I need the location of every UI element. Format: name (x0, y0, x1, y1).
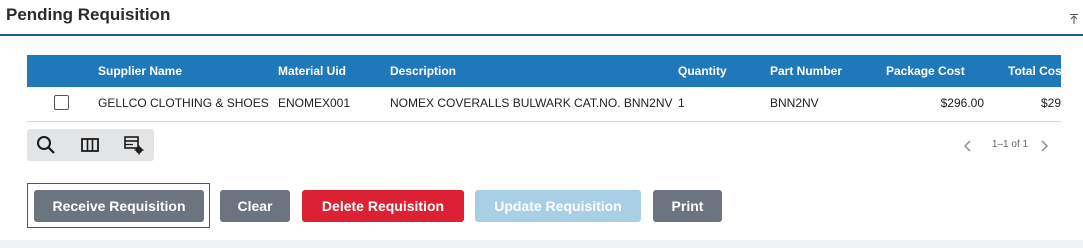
column-header-description[interactable]: Description (390, 55, 456, 87)
chevron-right-icon[interactable] (1037, 138, 1051, 154)
column-header-total-cost[interactable]: Total Cos (1008, 55, 1061, 87)
table-row[interactable]: GELLCO CLOTHING & SHOES ENOMEX001 NOMEX … (27, 87, 1061, 120)
panel-header: Pending Requisition (0, 0, 1083, 36)
column-header-package-cost[interactable]: Package Cost (886, 55, 965, 87)
delete-requisition-button[interactable]: Delete Requisition (302, 190, 464, 222)
column-header-quantity[interactable]: Quantity (678, 55, 727, 87)
cell-description: NOMEX COVERALLS BULWARK CAT.NO. BNN2NV (390, 96, 673, 110)
requisition-grid: Supplier Name Material Uid Description Q… (27, 55, 1061, 122)
search-icon[interactable] (34, 133, 58, 157)
panel-title: Pending Requisition (6, 5, 171, 24)
collapse-up-icon[interactable] (1069, 12, 1079, 24)
column-header-part-number[interactable]: Part Number (770, 55, 842, 87)
row-checkbox[interactable] (54, 95, 69, 110)
update-requisition-button: Update Requisition (475, 190, 641, 222)
pending-requisition-panel: Pending Requisition Supplier Name Materi… (0, 0, 1083, 240)
pagination-info: 1–1 of 1 (991, 139, 1029, 150)
column-header-supplier-name[interactable]: Supplier Name (98, 55, 182, 87)
grid-settings-icon[interactable] (122, 133, 146, 157)
cell-package-cost: $296.00 (940, 96, 984, 110)
chevron-left-icon[interactable] (961, 138, 975, 154)
cell-part-number: BNN2NV (770, 96, 819, 110)
pagination: 1–1 of 1 (961, 136, 1051, 156)
print-button[interactable]: Print (653, 190, 722, 222)
cell-supplier-name: GELLCO CLOTHING & SHOES (98, 96, 269, 110)
cell-quantity: 1 (678, 96, 685, 110)
cell-total-cost: $29 (1041, 96, 1061, 110)
cell-material-uid: ENOMEX001 (278, 96, 351, 110)
columns-icon[interactable] (78, 133, 102, 157)
grid-header: Supplier Name Material Uid Description Q… (27, 55, 1061, 87)
clear-button[interactable]: Clear (220, 190, 290, 222)
grid-toolbar (27, 129, 154, 161)
receive-requisition-button[interactable]: Receive Requisition (34, 190, 204, 222)
column-header-material-uid[interactable]: Material Uid (278, 55, 346, 87)
